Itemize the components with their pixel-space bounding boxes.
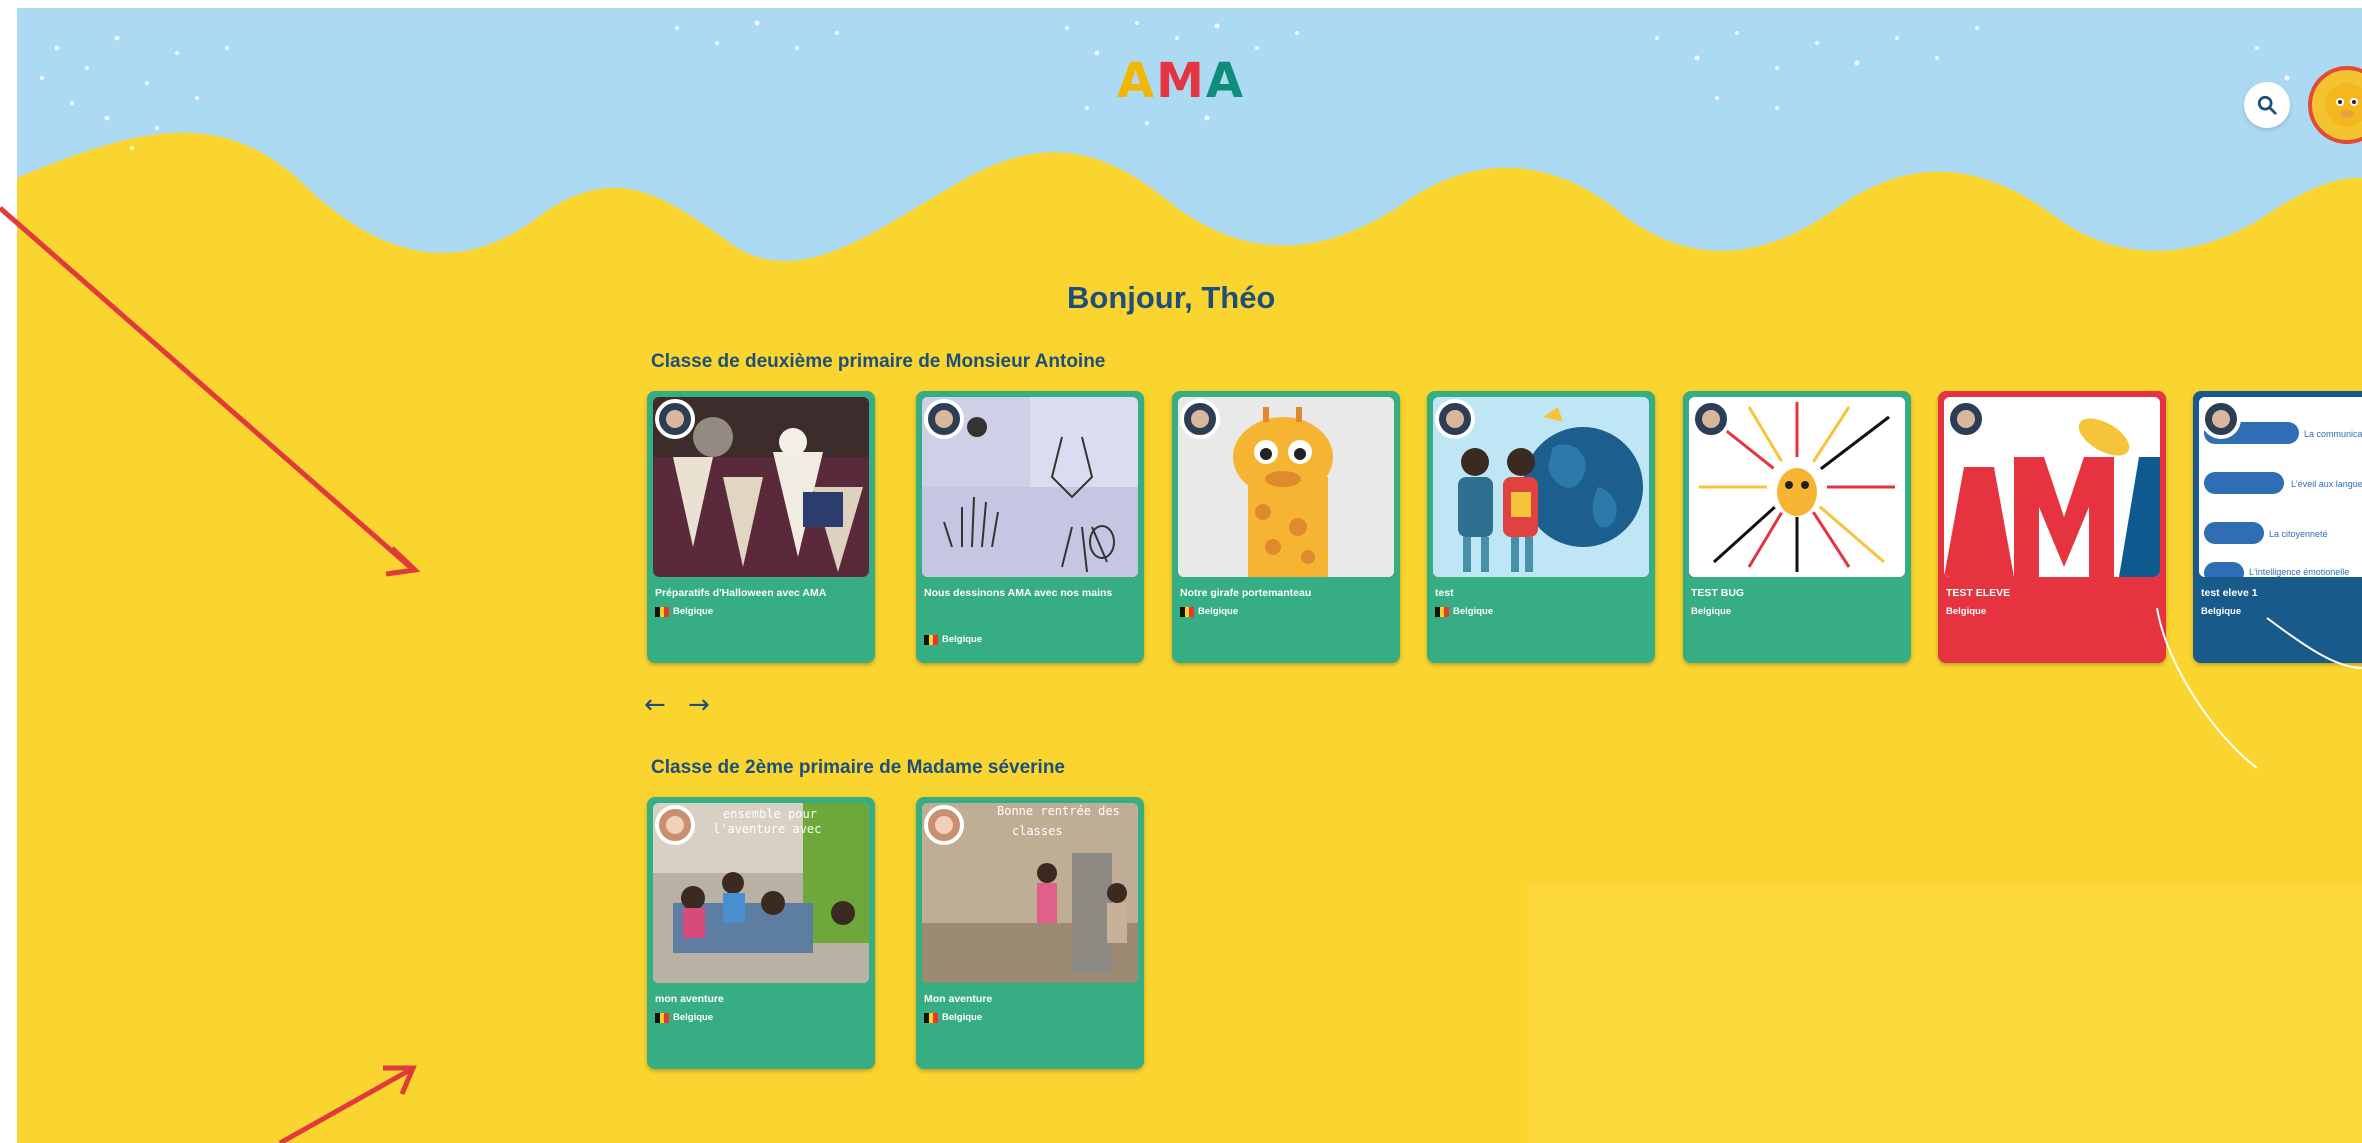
- logo-letter-a: A: [1117, 53, 1157, 109]
- carousel-prev-button[interactable]: ←: [644, 690, 666, 720]
- svg-text:L'éveil aux langues: L'éveil aux langues: [2291, 479, 2362, 489]
- card-title: Notre girafe portemanteau: [1180, 587, 1312, 599]
- card-country: Belgique: [1946, 606, 1986, 617]
- card-country: Belgique: [1180, 606, 1238, 617]
- card-title: Mon aventure: [924, 993, 993, 1005]
- belgium-flag-icon: [1435, 606, 1449, 617]
- svg-text:La communicatio: La communicatio: [2304, 429, 2362, 439]
- greeting-heading: Bonjour, Théo: [1067, 280, 1276, 315]
- svg-text:L'intelligence émotionelle: L'intelligence émotionelle: [2249, 567, 2349, 577]
- country-label: Belgique: [1198, 606, 1239, 617]
- adventure-card[interactable]: Nous dessinons AMA avec nos mains Belgiq…: [916, 391, 1144, 663]
- teacher-avatar: [655, 805, 695, 845]
- svg-text:La citoyenneté: La citoyenneté: [2269, 529, 2328, 539]
- card-title: test: [1435, 587, 1454, 599]
- adventure-card[interactable]: TEST ELEVE Belgique: [1938, 391, 2166, 663]
- country-label: Belgique: [942, 634, 983, 645]
- teacher-avatar: [924, 805, 964, 845]
- user-avatar-button[interactable]: [2308, 66, 2362, 144]
- teacher-avatar: [655, 399, 695, 439]
- card-country: Belgique: [1435, 606, 1493, 617]
- search-button[interactable]: [2244, 82, 2290, 128]
- adventure-card[interactable]: test Belgique: [1427, 391, 1655, 663]
- adventure-card[interactable]: Notre girafe portemanteau Belgique: [1172, 391, 1400, 663]
- card-title: TEST BUG: [1691, 587, 1745, 599]
- card-country: Belgique: [655, 606, 713, 617]
- belgium-flag-icon: [1180, 606, 1194, 617]
- header-actions: [2244, 66, 2362, 144]
- card-title: test eleve 1: [2201, 587, 2258, 599]
- card-title: mon aventure: [655, 993, 724, 1005]
- teacher-avatar: [1435, 399, 1475, 439]
- search-icon: [2257, 95, 2277, 115]
- logo-letter-m: M: [1156, 53, 1206, 109]
- adventure-card[interactable]: ensemble pour l'aventure avec mon aventu…: [647, 797, 875, 1069]
- teacher-avatar: [2201, 399, 2241, 439]
- ama-logo[interactable]: AMA: [1117, 53, 1245, 109]
- belgium-flag-icon: [924, 1012, 938, 1023]
- teacher-avatar: [1180, 399, 1220, 439]
- card-country: Belgique: [655, 1012, 713, 1023]
- card-country: Belgique: [1691, 606, 1731, 617]
- svg-text:Bonne rentrée des: Bonne rentrée des: [997, 804, 1120, 818]
- adventure-card[interactable]: Préparatifs d'Halloween avec AMA Belgiqu…: [647, 391, 875, 663]
- carousel-next-button[interactable]: →: [688, 690, 710, 720]
- teacher-avatar: [1946, 399, 1986, 439]
- country-label: Belgique: [673, 606, 714, 617]
- card-title: Préparatifs d'Halloween avec AMA: [655, 587, 827, 599]
- class-title: Classe de 2ème primaire de Madame séveri…: [651, 757, 1066, 778]
- logo-letter-a: A: [1205, 53, 1246, 109]
- belgium-flag-icon: [655, 606, 669, 617]
- card-country: Belgique: [924, 1012, 982, 1023]
- belgium-flag-icon: [655, 1012, 669, 1023]
- giraffe-avatar-icon: [2325, 83, 2362, 127]
- class-title: Classe de deuxième primaire de Monsieur …: [651, 351, 1106, 372]
- country-label: Belgique: [1691, 606, 1732, 617]
- decorative-lines: [2156, 608, 2362, 769]
- card-title: TEST ELEVE: [1946, 587, 2011, 599]
- country-label: Belgique: [1946, 606, 1987, 617]
- country-label: Belgique: [1453, 606, 1494, 617]
- teacher-avatar: [1691, 399, 1731, 439]
- card-country: Belgique: [924, 634, 982, 645]
- country-label: Belgique: [942, 1012, 983, 1023]
- adventure-card[interactable]: Bonne rentrée des classes Mon aventure B…: [916, 797, 1144, 1069]
- svg-text:l'aventure avec: l'aventure avec: [713, 822, 821, 836]
- country-label: Belgique: [673, 1012, 714, 1023]
- teacher-avatar: [924, 399, 964, 439]
- background-panel: [1527, 884, 2362, 1143]
- card-title: Nous dessinons AMA avec nos mains: [924, 587, 1113, 599]
- belgium-flag-icon: [924, 634, 938, 645]
- page: AMA Bonjour, Théo Classe de deuxième pri…: [17, 8, 2362, 1143]
- svg-text:ensemble pour: ensemble pour: [723, 807, 817, 821]
- adventure-card[interactable]: TEST BUG Belgique: [1683, 391, 1911, 663]
- svg-text:classes: classes: [1012, 824, 1063, 838]
